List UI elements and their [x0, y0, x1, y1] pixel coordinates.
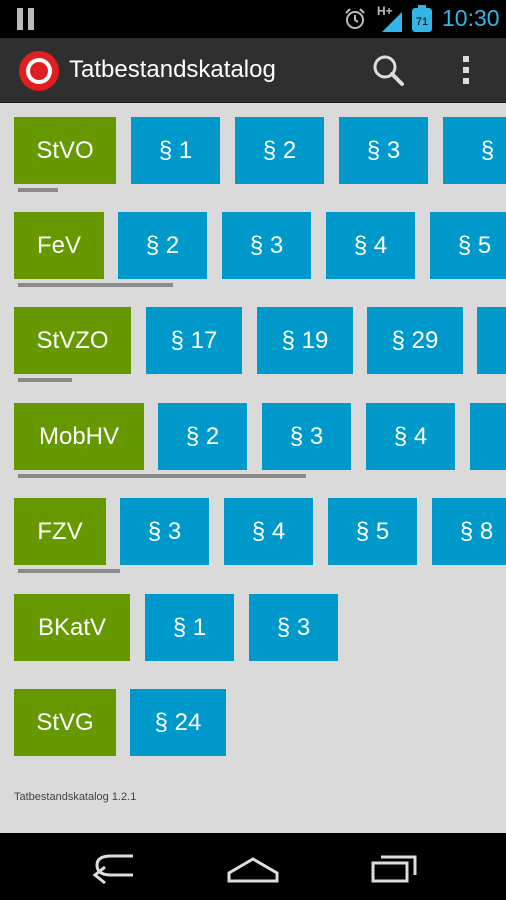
app-title: Tatbestandskatalog [69, 56, 276, 83]
status-time: 10:30 [442, 5, 500, 31]
battery-level: 71 [416, 16, 428, 28]
horizontal-scrollbar[interactable] [18, 474, 306, 478]
section-tile[interactable]: § 3 [249, 594, 338, 661]
section-tile[interactable]: § 19 [257, 307, 353, 374]
section-tile[interactable]: § 8 [432, 498, 506, 565]
catalog-row: MobHV § 2 § 3 § 4 [0, 389, 506, 484]
catalog-row: FeV § 2 § 3 § 4 § 5 [0, 198, 506, 293]
section-tile[interactable]: § 1 [131, 117, 220, 184]
section-tile[interactable]: § 5 [328, 498, 417, 565]
catalog-row: BKatV § 1 § 3 [0, 580, 506, 675]
section-tile[interactable]: § [443, 117, 506, 184]
section-tile[interactable] [470, 403, 506, 470]
section-tile[interactable]: § 1 [145, 594, 234, 661]
catalog-row: StVG § 24 [0, 675, 506, 770]
category-tile[interactable]: FZV [14, 498, 106, 565]
section-tile[interactable]: § 3 [339, 117, 428, 184]
section-tile[interactable]: § 17 [146, 307, 242, 374]
section-tile[interactable]: § 24 [130, 689, 226, 756]
section-tile[interactable]: § 5 [430, 212, 506, 279]
horizontal-scrollbar[interactable] [18, 569, 120, 573]
section-tile[interactable]: § 3 [120, 498, 209, 565]
alarm-icon [345, 8, 365, 29]
police-stop-logo-icon[interactable] [18, 50, 60, 92]
catalog-row: StVZO § 17 § 19 § 29 [0, 293, 506, 388]
catalog-row: StVO § 1 § 2 § 3 § [0, 103, 506, 198]
signal-icon [382, 12, 402, 32]
category-tile[interactable]: BKatV [14, 594, 130, 661]
pause-icon [16, 8, 38, 30]
section-tile[interactable]: § 2 [118, 212, 207, 279]
section-tile[interactable] [477, 307, 506, 374]
horizontal-scrollbar[interactable] [18, 188, 58, 192]
horizontal-scrollbar[interactable] [18, 283, 173, 287]
category-tile[interactable]: MobHV [14, 403, 144, 470]
section-tile[interactable]: § 3 [262, 403, 351, 470]
section-tile[interactable]: § 4 [326, 212, 415, 279]
catalog-row: FZV § 3 § 4 § 5 § 8 [0, 484, 506, 579]
section-tile[interactable]: § 3 [222, 212, 311, 279]
section-tile[interactable]: § 4 [366, 403, 455, 470]
category-tile[interactable]: StVZO [14, 307, 131, 374]
category-tile[interactable]: StVO [14, 117, 116, 184]
status-bar: H+ 71 10:30 [0, 0, 506, 38]
horizontal-scrollbar[interactable] [18, 378, 72, 382]
section-tile[interactable]: § 2 [158, 403, 247, 470]
action-bar: Tatbestandskatalog [0, 38, 506, 103]
navigation-bar [0, 833, 506, 900]
section-tile[interactable]: § 4 [224, 498, 313, 565]
recent-apps-icon[interactable] [363, 847, 423, 887]
version-label: Tatbestandskatalog 1.2.1 [14, 791, 137, 803]
overflow-menu-icon[interactable] [452, 52, 480, 88]
section-tile[interactable]: § 2 [235, 117, 324, 184]
back-icon[interactable] [83, 847, 143, 887]
search-icon[interactable] [370, 52, 406, 88]
section-tile[interactable]: § 29 [367, 307, 463, 374]
battery-icon: 71 [412, 5, 432, 32]
category-tile[interactable]: FeV [14, 212, 104, 279]
catalog-list: StVO § 1 § 2 § 3 § FeV § 2 § 3 § 4 § 5 S… [0, 103, 506, 833]
home-icon[interactable] [223, 847, 283, 887]
category-tile[interactable]: StVG [14, 689, 116, 756]
